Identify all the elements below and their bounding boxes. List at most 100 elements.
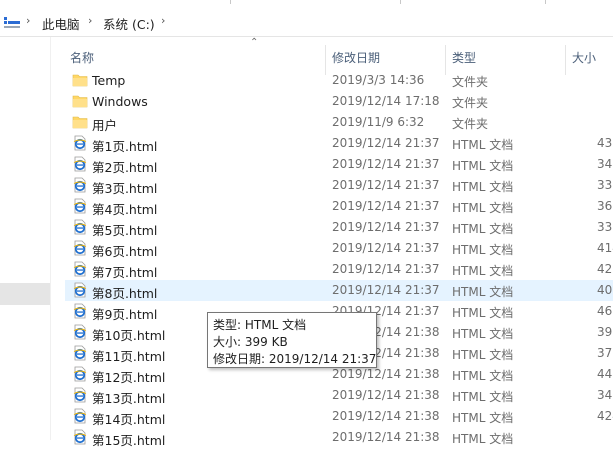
file-name: 第7页.html bbox=[92, 265, 158, 280]
html-file-icon bbox=[73, 240, 87, 256]
file-row[interactable]: 第3页.html 2019/12/14 21:37 HTML 文档 337 bbox=[65, 175, 613, 196]
file-date: 2019/12/14 21:37 bbox=[332, 283, 440, 297]
file-name: 第6页.html bbox=[92, 244, 158, 259]
chevron-right-icon[interactable]: › bbox=[161, 14, 165, 27]
column-size[interactable]: 大小 bbox=[572, 49, 596, 66]
file-row[interactable]: 第15页.html 2019/12/14 21:38 HTML 文档 bbox=[65, 427, 613, 448]
file-name: 第1页.html bbox=[92, 139, 158, 154]
column-date[interactable]: 修改日期 bbox=[332, 49, 380, 66]
file-type: HTML 文档 bbox=[452, 264, 514, 278]
file-type: HTML 文档 bbox=[452, 432, 514, 446]
file-name: 第9页.html bbox=[92, 307, 158, 322]
file-row[interactable]: 第8页.html 2019/12/14 21:37 HTML 文档 400 bbox=[65, 280, 613, 301]
file-row[interactable]: 第5页.html 2019/12/14 21:37 HTML 文档 339 bbox=[65, 217, 613, 238]
file-date: 2019/12/14 21:38 bbox=[332, 388, 440, 402]
file-type: HTML 文档 bbox=[452, 243, 514, 257]
file-name: 第5页.html bbox=[92, 223, 158, 238]
column-name[interactable]: 名称 bbox=[70, 49, 94, 66]
file-name: 第3页.html bbox=[92, 181, 158, 196]
chevron-right-icon[interactable]: › bbox=[26, 14, 30, 27]
toolbar-divider bbox=[545, 0, 546, 4]
file-date: 2019/12/14 21:37 bbox=[332, 262, 440, 276]
navigation-pane bbox=[0, 37, 51, 440]
file-size: 414 bbox=[597, 241, 613, 255]
file-type: HTML 文档 bbox=[452, 369, 514, 383]
file-info-tooltip: 类型: HTML 文档 大小: 399 KB 修改日期: 2019/12/14 … bbox=[207, 312, 377, 368]
file-row[interactable]: 用户 2019/11/9 6:32 文件夹 bbox=[65, 112, 613, 133]
html-file-icon bbox=[73, 156, 87, 172]
file-date: 2019/12/14 21:38 bbox=[332, 367, 440, 381]
file-name: 第8页.html bbox=[92, 286, 158, 301]
tooltip-size: 大小: 399 KB bbox=[213, 335, 288, 349]
file-type: 文件夹 bbox=[452, 117, 489, 131]
file-name: 第12页.html bbox=[92, 370, 166, 385]
breadcrumb-system-drive[interactable]: 系统 (C:) bbox=[103, 14, 155, 33]
file-type: HTML 文档 bbox=[452, 327, 514, 341]
file-row[interactable]: 第2页.html 2019/12/14 21:37 HTML 文档 347 bbox=[65, 154, 613, 175]
folder-icon bbox=[72, 95, 88, 108]
address-bar[interactable]: › 此电脑 › 系统 (C:) › bbox=[0, 8, 613, 37]
file-date: 2019/12/14 17:18 bbox=[332, 94, 440, 108]
file-date: 2019/11/9 6:32 bbox=[332, 115, 425, 129]
html-file-icon bbox=[73, 135, 87, 151]
file-date: 2019/12/14 21:37 bbox=[332, 241, 440, 255]
file-size: 400 bbox=[597, 283, 613, 297]
file-row[interactable]: Temp 2019/3/3 14:36 文件夹 bbox=[65, 70, 613, 91]
file-size: 360 bbox=[597, 199, 613, 213]
file-size: 375 bbox=[597, 346, 613, 360]
file-type: HTML 文档 bbox=[452, 348, 514, 362]
file-row[interactable]: 第6页.html 2019/12/14 21:37 HTML 文档 414 bbox=[65, 238, 613, 259]
file-row[interactable]: 第13页.html 2019/12/14 21:38 HTML 文档 346 bbox=[65, 385, 613, 406]
file-type: HTML 文档 bbox=[452, 138, 514, 152]
html-file-icon bbox=[73, 261, 87, 277]
file-type: HTML 文档 bbox=[452, 159, 514, 173]
html-file-icon bbox=[73, 219, 87, 235]
file-type: 文件夹 bbox=[452, 75, 489, 89]
nav-pane-selected-item[interactable] bbox=[0, 283, 50, 305]
file-row[interactable]: 第1页.html 2019/12/14 21:37 HTML 文档 436 bbox=[65, 133, 613, 154]
breadcrumb-this-pc[interactable]: 此电脑 bbox=[42, 14, 80, 33]
file-date: 2019/12/14 21:37 bbox=[332, 136, 440, 150]
html-file-icon bbox=[73, 324, 87, 340]
column-type[interactable]: 类型 bbox=[452, 49, 476, 66]
file-type: HTML 文档 bbox=[452, 411, 514, 425]
tooltip-type: 类型: HTML 文档 bbox=[213, 318, 307, 332]
file-size: 346 bbox=[597, 388, 613, 402]
file-name: 第4页.html bbox=[92, 202, 158, 217]
chevron-right-icon[interactable]: › bbox=[88, 14, 92, 27]
file-date: 2019/12/14 21:37 bbox=[332, 220, 440, 234]
file-size: 425 bbox=[597, 262, 613, 276]
file-name: 第2页.html bbox=[92, 160, 158, 175]
file-name: 第13页.html bbox=[92, 391, 166, 406]
file-row[interactable]: Windows 2019/12/14 17:18 文件夹 bbox=[65, 91, 613, 112]
file-name: 用户 bbox=[92, 118, 118, 133]
file-size: 436 bbox=[597, 136, 613, 150]
folder-icon bbox=[72, 74, 88, 87]
file-name: 第14页.html bbox=[92, 412, 166, 427]
file-date: 2019/12/14 21:37 bbox=[332, 199, 440, 213]
this-pc-icon bbox=[4, 17, 20, 28]
file-size: 339 bbox=[597, 220, 613, 234]
folder-icon bbox=[72, 116, 88, 129]
file-date: 2019/12/14 21:37 bbox=[332, 178, 440, 192]
sort-ascending-icon: ⌃ bbox=[250, 37, 259, 48]
file-type: HTML 文档 bbox=[452, 222, 514, 236]
toolbar-divider bbox=[400, 0, 401, 4]
html-file-icon bbox=[73, 429, 87, 445]
file-date: 2019/12/14 21:37 bbox=[332, 157, 440, 171]
tooltip-date: 修改日期: 2019/12/14 21:37 bbox=[213, 352, 377, 366]
html-file-icon bbox=[73, 198, 87, 214]
toolbar-remnant bbox=[0, 0, 613, 6]
file-size: 347 bbox=[597, 157, 613, 171]
file-name: Temp bbox=[92, 73, 126, 88]
file-row[interactable]: 第4页.html 2019/12/14 21:37 HTML 文档 360 bbox=[65, 196, 613, 217]
file-row[interactable]: 第14页.html 2019/12/14 21:38 HTML 文档 424 bbox=[65, 406, 613, 427]
file-date: 2019/12/14 21:38 bbox=[332, 409, 440, 423]
file-date: 2019/12/14 21:38 bbox=[332, 430, 440, 444]
file-size: 398 bbox=[597, 325, 613, 339]
file-type: HTML 文档 bbox=[452, 306, 514, 320]
file-row[interactable]: 第7页.html 2019/12/14 21:37 HTML 文档 425 bbox=[65, 259, 613, 280]
file-name: 第11页.html bbox=[92, 349, 166, 364]
file-type: HTML 文档 bbox=[452, 180, 514, 194]
file-name: 第10页.html bbox=[92, 328, 166, 343]
